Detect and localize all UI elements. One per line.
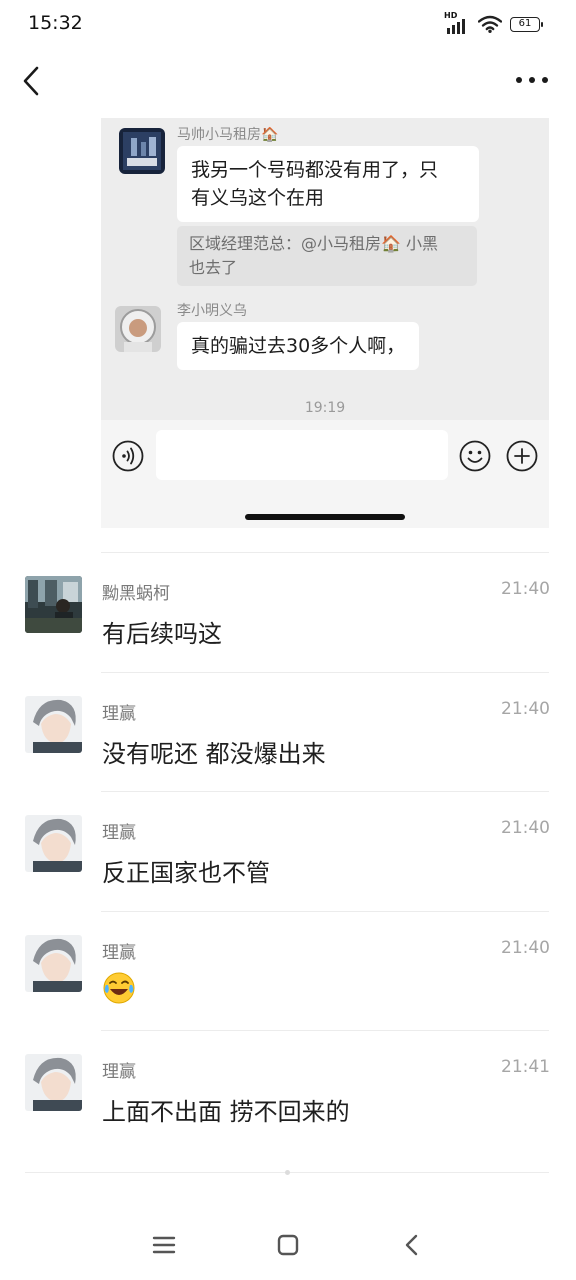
avatar [25, 696, 82, 753]
commenter-name: 理赢 [102, 943, 136, 963]
comment-time: 21:41 [501, 1057, 550, 1077]
emoji-button[interactable] [459, 440, 491, 472]
comment-text: 没有呢还 都没爆出来 [102, 740, 326, 768]
menu-button[interactable] [150, 1231, 178, 1259]
comment-item[interactable]: 理赢 21:40 [0, 911, 576, 1030]
nav-bar [0, 50, 576, 112]
divider [101, 552, 549, 553]
message-text: 真的骗过去30多个人啊， [191, 335, 406, 357]
comment-item[interactable]: 理赢 21:40 反正国家也不管 [0, 791, 576, 910]
voice-button[interactable] [112, 440, 144, 472]
sender-name: 马帅小马租房🏠 [177, 127, 279, 143]
laughing-tears-emoji-icon [102, 971, 136, 1005]
back-button[interactable] [18, 62, 52, 100]
emoji-icon [459, 440, 491, 472]
avatar [25, 1054, 82, 1111]
comment-text: 反正国家也不管 [102, 859, 270, 887]
message-bubble: 真的骗过去30多个人啊， [177, 322, 420, 370]
message-bubble: 我另一个号码都没有用了，只 有义乌这个在用 [177, 146, 479, 222]
comment-time: 21:40 [501, 579, 550, 599]
quoted-message: 区域经理范总：@小马租房🏠 小黑 也去了 [177, 226, 477, 286]
divider [101, 1030, 549, 1031]
battery-icon: 61 [510, 16, 543, 32]
message-input[interactable] [156, 430, 448, 480]
comment-time: 21:40 [501, 699, 550, 719]
avatar [25, 815, 82, 872]
comment-item[interactable]: 理赢 21:40 没有呢还 都没爆出来 [0, 672, 576, 791]
quote-text-line: 区域经理范总：@小马租房🏠 小黑 [189, 234, 439, 253]
avatar [25, 576, 82, 633]
chat-input-bar [101, 420, 549, 528]
comment-text: 上面不出面 捞不回来的 [102, 1098, 350, 1126]
sender-name: 李小明义乌 [177, 303, 247, 319]
status-bar: 15:32 HD 61 [0, 0, 576, 50]
commenter-name: 理赢 [102, 704, 136, 724]
message-text-line: 有义乌这个在用 [191, 187, 325, 209]
home-indicator [245, 514, 405, 520]
home-button[interactable] [274, 1231, 302, 1259]
voice-icon [112, 440, 144, 472]
home-icon [277, 1234, 299, 1256]
wifi-icon [478, 15, 502, 33]
commenter-name: 黝黑蜗柯 [102, 584, 170, 604]
divider [101, 672, 549, 673]
comment-item[interactable]: 理赢 21:41 上面不出面 捞不回来的 [0, 1030, 576, 1149]
divider [101, 791, 549, 792]
system-nav-bar [0, 1215, 576, 1275]
avatar [25, 935, 82, 992]
back-arrow-icon [23, 66, 39, 96]
message-text-line: 我另一个号码都没有用了，只 [191, 159, 439, 181]
comment-time: 21:40 [501, 938, 550, 958]
system-back-button[interactable] [398, 1231, 426, 1259]
commenter-name: 理赢 [102, 823, 136, 843]
sender-avatar [119, 128, 165, 174]
list-end-dot [285, 1170, 290, 1175]
battery-level: 61 [518, 17, 532, 29]
plus-icon [506, 440, 538, 472]
comment-text: 有后续吗这 [102, 620, 222, 648]
plus-button[interactable] [506, 440, 538, 472]
time-separator: 19:19 [304, 400, 346, 416]
signal-icon: HD [444, 11, 470, 34]
shared-chat-screenshot[interactable]: 马帅小马租房🏠 我另一个号码都没有用了，只 有义乌这个在用 区域经理范总：@小马… [101, 118, 549, 528]
menu-icon [152, 1236, 176, 1254]
comment-time: 21:40 [501, 818, 550, 838]
divider [101, 911, 549, 912]
back-icon [405, 1234, 418, 1256]
quote-text-line: 也去了 [189, 258, 238, 277]
more-dots-icon [516, 77, 548, 83]
more-button[interactable] [512, 68, 552, 92]
commenter-name: 理赢 [102, 1062, 136, 1082]
sender-avatar [115, 306, 161, 352]
status-icons: HD 61 [444, 11, 543, 34]
comment-item[interactable]: 黝黑蜗柯 21:40 有后续吗这 [0, 552, 576, 671]
status-time: 15:32 [28, 12, 83, 34]
